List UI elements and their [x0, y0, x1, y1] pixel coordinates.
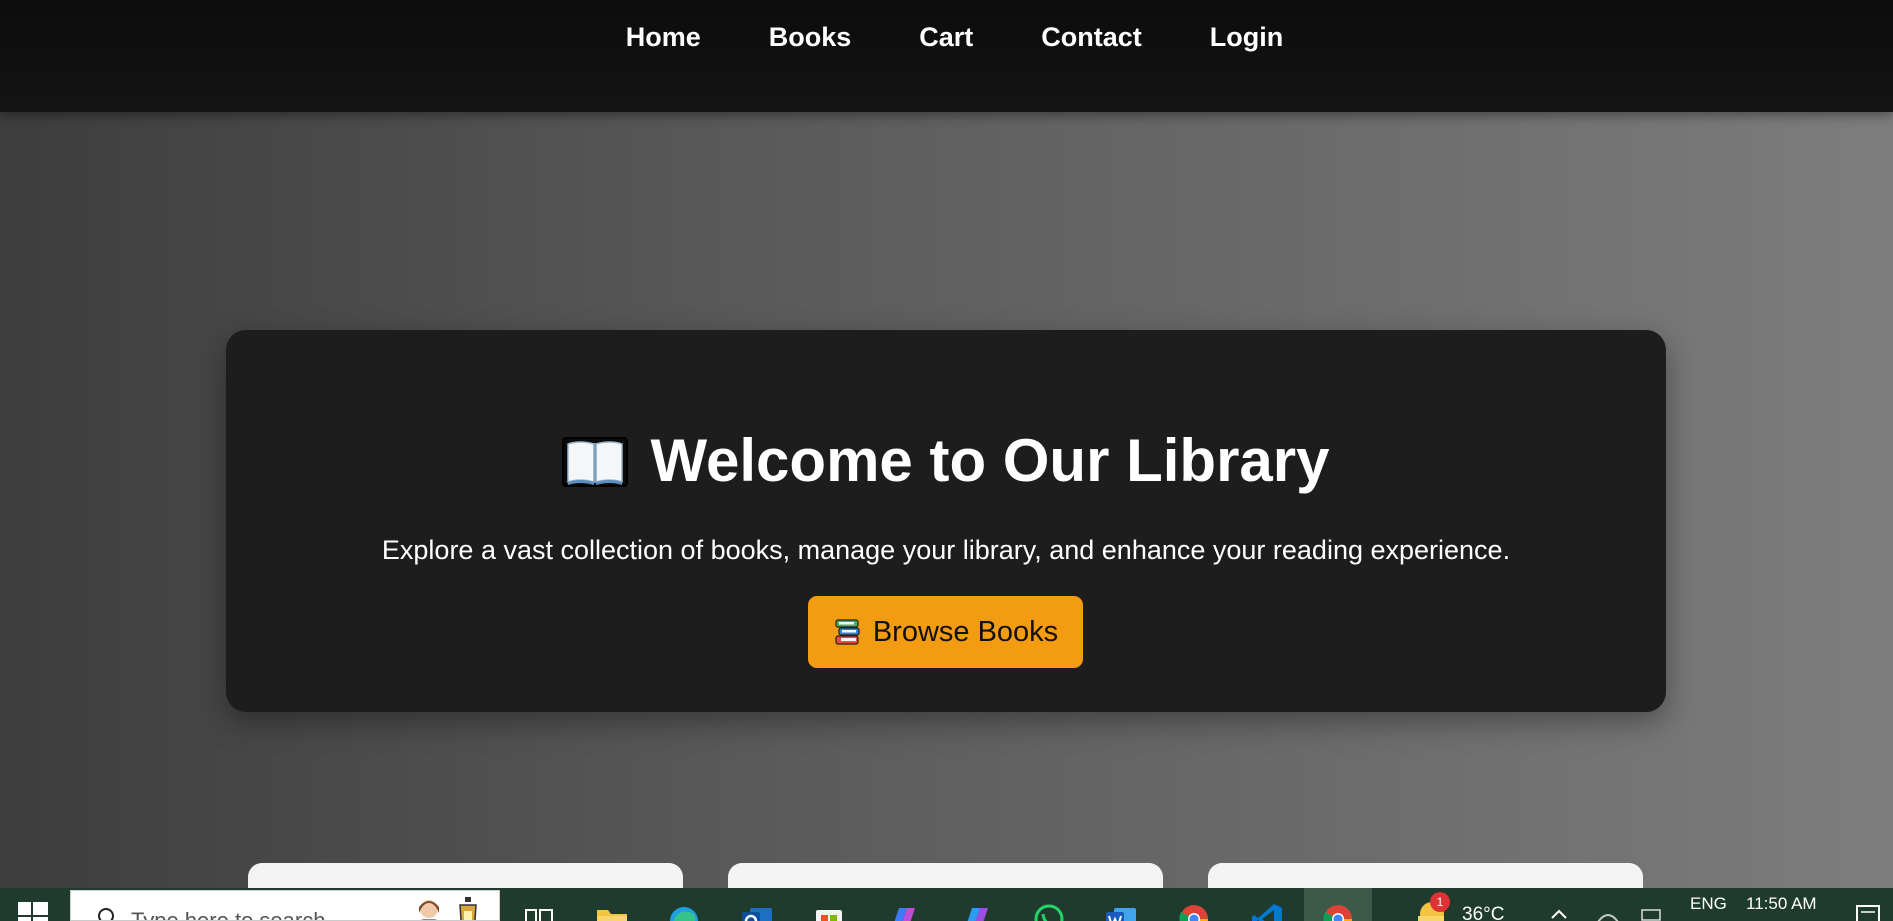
- nav-cart-link[interactable]: Cart: [919, 20, 973, 54]
- windows-taskbar: Type here to search 1 36°C ENG 11:50 AM: [0, 888, 1893, 921]
- taskbar-search-input[interactable]: Type here to search: [70, 890, 500, 921]
- vscode-icon[interactable]: [1250, 902, 1284, 921]
- hero-subtitle: Explore a vast collection of books, mana…: [381, 535, 1511, 565]
- chevron-up-icon[interactable]: [1550, 908, 1568, 920]
- whatsapp-icon[interactable]: [1032, 902, 1066, 921]
- word-icon[interactable]: [1104, 902, 1138, 921]
- task-view-icon[interactable]: [522, 902, 556, 921]
- nav-books-link[interactable]: Books: [769, 20, 852, 54]
- search-highlight-lantern-icon: [459, 897, 477, 920]
- temperature[interactable]: 36°C: [1462, 904, 1504, 921]
- browse-books-label: Browse Books: [872, 615, 1059, 648]
- active-chrome-tab[interactable]: [1304, 888, 1372, 921]
- top-navbar: Home Books Cart Contact Login: [0, 0, 1893, 112]
- windows-start-icon[interactable]: [18, 902, 48, 921]
- search-icon: [98, 908, 114, 920]
- nav-home-link[interactable]: Home: [626, 20, 701, 54]
- language-indicator[interactable]: ENG: [1690, 894, 1727, 914]
- chrome-icon: [1323, 905, 1352, 921]
- weather-badge: 1: [1430, 892, 1450, 912]
- copilot-app-icon[interactable]: [958, 902, 992, 921]
- nav-links: Home Books Cart Contact Login: [0, 20, 1893, 54]
- books-stack-icon: [833, 617, 863, 647]
- battery-icon[interactable]: [1640, 904, 1664, 921]
- outlook-icon[interactable]: [740, 902, 774, 921]
- open-book-icon: [562, 434, 629, 488]
- search-placeholder: Type here to search: [131, 908, 326, 921]
- search-highlight-avatar-icon: [419, 900, 439, 920]
- hero-title-text: Welcome to Our Library: [650, 427, 1330, 494]
- hero-card: Welcome to Our Library Explore a vast co…: [226, 330, 1666, 712]
- wifi-icon[interactable]: [1596, 904, 1620, 921]
- nav-login-link[interactable]: Login: [1210, 20, 1283, 54]
- hero-title: Welcome to Our Library: [226, 426, 1666, 496]
- browse-books-button[interactable]: Browse Books: [808, 596, 1083, 668]
- file-explorer-icon[interactable]: [595, 902, 629, 921]
- copilot-icon[interactable]: [885, 902, 919, 921]
- nav-contact-link[interactable]: Contact: [1041, 20, 1142, 54]
- clock-time[interactable]: 11:50 AM: [1746, 894, 1817, 914]
- edge-icon[interactable]: [667, 902, 701, 921]
- chrome-icon[interactable]: [1177, 902, 1211, 921]
- store-icon[interactable]: [812, 902, 846, 921]
- notification-icon[interactable]: [1855, 902, 1881, 921]
